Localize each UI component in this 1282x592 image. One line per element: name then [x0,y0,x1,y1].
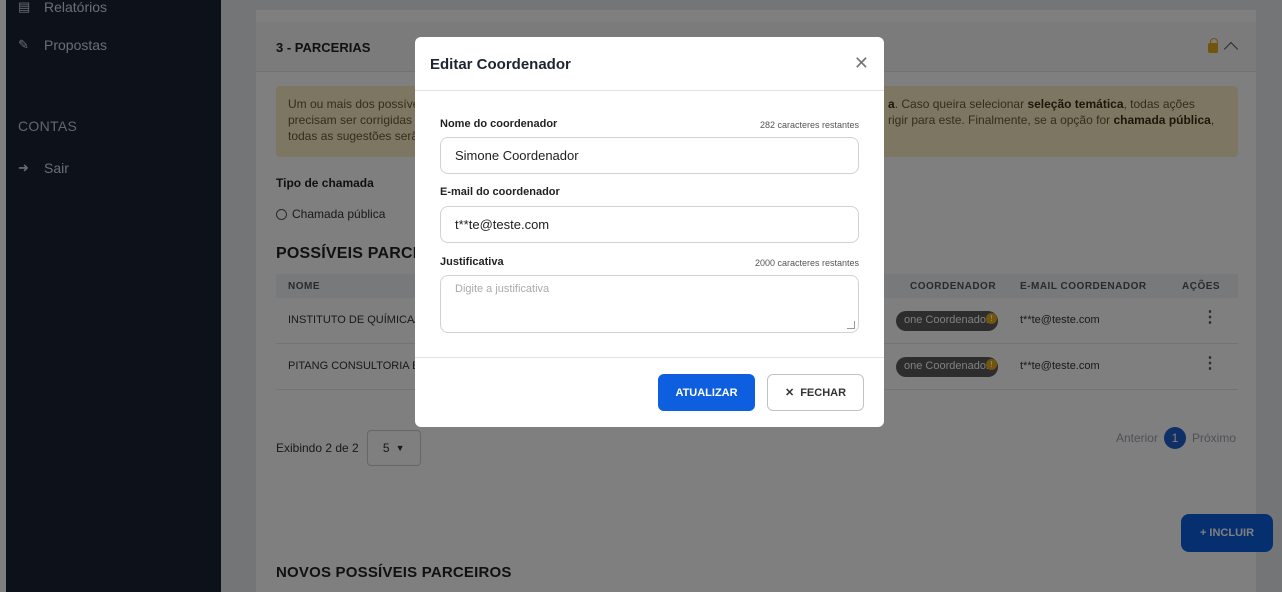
coordinator-email-input[interactable]: t**te@teste.com [440,206,859,243]
update-button[interactable]: ATUALIZAR [658,374,755,411]
divider [415,357,884,358]
close-icon: ✕ [784,387,795,399]
coordinator-name-input[interactable]: Simone Coordenador [440,137,859,174]
justification-textarea[interactable]: Digite a justificativa [440,275,859,333]
modal-title: Editar Coordenador [430,56,571,73]
resize-handle-icon[interactable] [847,321,855,329]
justification-label: Justificativa [440,256,504,268]
close-icon[interactable]: ✕ [854,53,869,74]
name-char-counter: 282 caracteres restantes [759,120,859,130]
email-label: E-mail do coordenador [440,186,560,198]
name-label: Nome do coordenador [440,118,558,130]
edit-coordinator-modal: Editar Coordenador ✕ Nome do coordenador… [415,37,884,427]
close-button[interactable]: ✕ FECHAR [767,374,864,411]
divider [415,90,884,91]
justification-char-counter: 2000 caracteres restantes [754,258,859,268]
